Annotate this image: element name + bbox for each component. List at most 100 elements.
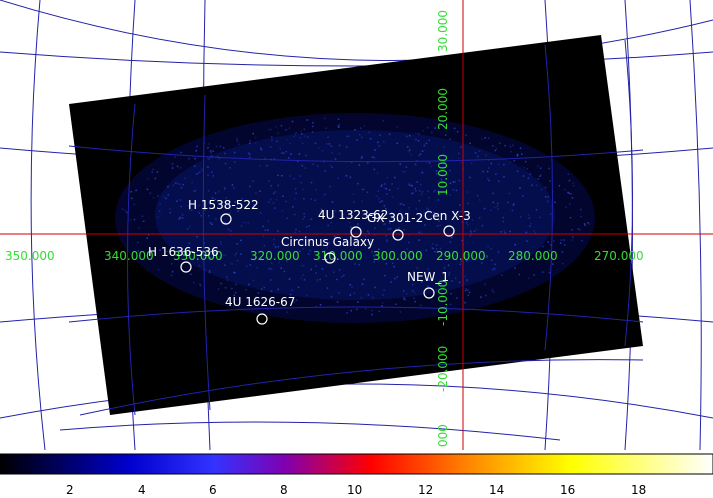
noise-dot [208,215,210,217]
noise-dot [405,166,408,168]
noise-dot [476,195,479,197]
noise-dot [384,274,386,277]
noise-dot [403,204,405,206]
noise-dot [388,189,391,191]
noise-dot [310,198,312,200]
noise-dot [300,277,302,279]
noise-dot [279,147,281,150]
noise-dot [419,153,422,155]
noise-dot [399,203,402,205]
noise-dot [233,151,236,154]
noise-dot [169,208,171,210]
sky-image-viewer[interactable]: 350.000 340.000 330.000 320.000 310.000 … [0,0,713,450]
noise-dot [247,222,249,224]
noise-dot [262,225,264,228]
noise-dot [350,309,352,312]
noise-dot [286,217,288,220]
noise-dot [294,133,296,136]
noise-dot [170,274,173,277]
noise-dot [230,234,232,236]
noise-dot [249,140,251,142]
noise-dot [224,254,226,256]
noise-dot [206,157,209,159]
noise-dot [277,132,279,134]
noise-dot [488,179,490,182]
noise-dot [336,301,339,303]
noise-dot [561,251,564,253]
noise-dot [528,217,531,219]
noise-dot [547,196,550,198]
noise-dot [194,157,196,160]
noise-dot [454,181,456,183]
noise-dot [277,184,279,187]
noise-dot [234,254,236,257]
noise-dot [425,142,428,145]
noise-dot [286,311,288,313]
noise-dot [418,154,420,157]
noise-dot [398,226,400,229]
noise-dot [383,187,386,189]
noise-dot [379,134,381,136]
noise-dot [428,162,431,164]
noise-dot [182,183,184,186]
noise-dot [353,201,355,203]
noise-dot [474,152,477,154]
noise-dot [479,199,481,201]
noise-dot [341,275,343,278]
noise-dot [346,312,348,314]
noise-dot [338,292,340,294]
noise-dot [121,208,124,210]
noise-dot [386,193,388,195]
noise-dot [531,184,533,186]
noise-dot [387,228,390,230]
noise-dot [214,192,217,194]
noise-dot [412,290,414,292]
noise-dot [511,209,514,212]
noise-dot [207,166,209,168]
noise-dot [378,310,380,313]
noise-dot [503,163,505,166]
noise-dot [452,181,454,183]
noise-dot [254,142,257,144]
noise-dot [133,218,136,221]
noise-dot [303,197,305,200]
noise-dot [477,155,479,158]
noise-dot [207,174,209,176]
noise-dot [424,224,426,226]
noise-dot [177,183,179,185]
noise-dot [321,268,324,270]
noise-dot [224,287,227,289]
noise-dot [539,216,542,219]
noise-dot [167,194,170,196]
noise-dot [314,142,317,145]
noise-dot [377,190,380,192]
noise-dot [172,184,175,186]
noise-dot [325,127,327,129]
noise-dot [390,281,392,283]
noise-dot [175,182,177,184]
noise-dot [293,178,295,180]
noise-dot [230,230,232,232]
noise-dot [432,243,434,245]
noise-dot [399,163,401,165]
noise-dot [449,138,451,140]
noise-dot [405,292,408,295]
noise-dot [374,286,376,289]
lat-label-bottom: 000 [436,424,450,447]
noise-dot [222,254,224,256]
noise-dot [245,289,247,291]
noise-dot [480,296,482,298]
noise-dot [285,138,288,141]
noise-dot [491,289,494,291]
noise-dot [527,214,530,216]
noise-dot [418,239,420,241]
noise-dot [289,175,291,177]
noise-dot [467,224,469,226]
noise-dot [509,161,511,163]
noise-dot [248,156,251,159]
noise-dot [354,129,356,131]
noise-dot [491,268,494,271]
noise-dot [408,149,411,151]
noise-dot [315,265,317,267]
noise-dot [544,186,547,189]
